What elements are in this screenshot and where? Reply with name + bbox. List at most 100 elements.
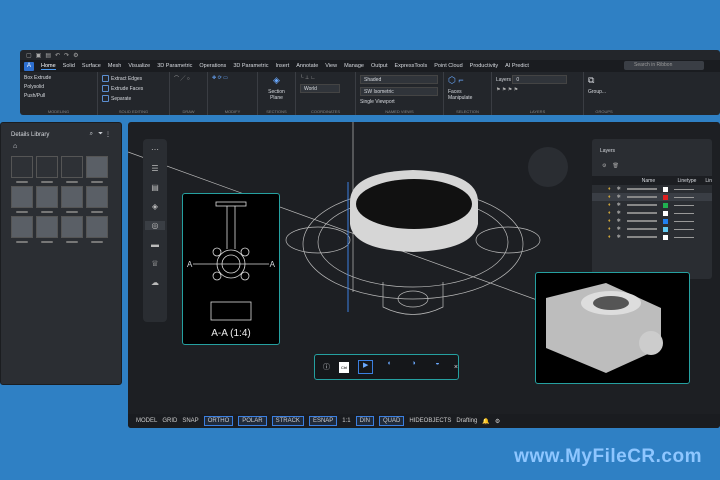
viewport-select[interactable]: Single Viewport <box>360 99 439 105</box>
library-item[interactable] <box>36 216 58 243</box>
tab-home[interactable]: Home <box>41 63 56 70</box>
paint-icon[interactable]: ▬ <box>151 240 159 249</box>
tab-surface[interactable]: Surface <box>82 63 101 69</box>
layer-color-swatch[interactable] <box>662 218 668 224</box>
extract-edges-button[interactable]: Extract Edges <box>111 76 142 82</box>
layers-button[interactable]: Layers <box>496 77 511 83</box>
tab-3d-parametric[interactable]: 3D Parametric <box>157 63 192 69</box>
tree-icon[interactable]: ▤ <box>151 183 159 192</box>
info-icon[interactable]: ⓘ <box>323 362 330 372</box>
grid-toggle[interactable]: GRID <box>162 418 177 424</box>
quad-toggle[interactable]: QUAD <box>378 416 405 426</box>
layer-row[interactable]: ♦ ✱ <box>592 225 712 233</box>
pushpull-button[interactable]: Push/Pull <box>24 93 93 99</box>
library-item[interactable] <box>61 186 83 213</box>
strack-toggle[interactable]: STRACK <box>271 416 304 426</box>
visual-style-select[interactable]: Shaded <box>360 75 438 84</box>
section-plane-button[interactable]: Section Plane <box>262 89 291 101</box>
trophy-icon[interactable]: ♕ <box>151 259 158 268</box>
manipulate-button[interactable]: Manipulate <box>448 95 472 101</box>
box-button[interactable]: Box <box>24 75 33 81</box>
close-button[interactable]: × <box>454 364 458 371</box>
library-item[interactable] <box>11 186 33 213</box>
extrude-faces-button[interactable]: Extrude Faces <box>111 86 143 92</box>
polysolid-button[interactable]: Polysolid <box>24 84 93 90</box>
library-folder[interactable] <box>61 156 83 183</box>
tab-insert[interactable]: Insert <box>275 63 289 69</box>
notification-icon[interactable]: 🔔 <box>482 418 489 425</box>
tab-operations[interactable]: Operations <box>199 63 226 69</box>
view-select[interactable]: SW Isometric <box>360 87 438 96</box>
library-item-grid[interactable] <box>11 156 33 183</box>
open-icon[interactable]: ▣ <box>36 52 42 59</box>
layer-color-swatch[interactable] <box>662 194 668 200</box>
rotate-mode-button[interactable]: ◐ <box>382 360 397 374</box>
library-item[interactable] <box>86 156 108 183</box>
workspace-select[interactable]: Drafting <box>456 418 477 424</box>
hideobjects-toggle[interactable]: HIDEOBJECTS <box>409 418 451 424</box>
tab-expresstools[interactable]: ExpressTools <box>395 63 428 69</box>
library-item[interactable] <box>86 216 108 243</box>
layers-icon[interactable]: ◈ <box>152 202 158 211</box>
tab-visualize[interactable]: Visualize <box>128 63 150 69</box>
scale-mode-button[interactable]: ◑ <box>406 360 421 374</box>
column-lineweight[interactable]: Lin <box>705 178 712 184</box>
customize-icon[interactable]: ⚙ <box>495 418 500 425</box>
cloud-icon[interactable]: ☁ <box>151 278 159 287</box>
layer-row[interactable]: ♦ ✱ <box>592 209 712 217</box>
search-icon[interactable]: ⌕ <box>90 131 93 138</box>
separate-button[interactable]: Separate <box>111 96 131 102</box>
tab-productivity[interactable]: Productivity <box>470 63 498 69</box>
layer-select[interactable]: 0 <box>512 75 568 84</box>
mirror-mode-button[interactable]: ◒ <box>430 360 445 374</box>
settings-icon[interactable]: ⚙ <box>602 163 606 169</box>
layer-color-swatch[interactable] <box>662 234 668 240</box>
home-icon[interactable]: ⌂ <box>13 143 17 150</box>
esnap-toggle[interactable]: ESNAP <box>308 416 338 426</box>
drawing-viewport[interactable]: ⋯ ☰ ▤ ◈ ◎ ▬ ♕ ☁ A A A-A (1:4) Layers ⚙ 🗑 Name Lin… <box>128 122 720 428</box>
settings-icon[interactable]: ⚙ <box>73 52 78 59</box>
undo-icon[interactable]: ↶ <box>55 52 60 59</box>
layer-row[interactable]: ♦ ✱ <box>592 193 712 201</box>
tab-annotate[interactable]: Annotate <box>296 63 318 69</box>
layer-color-swatch[interactable] <box>662 202 668 208</box>
tab-mesh[interactable]: Mesh <box>108 63 121 69</box>
properties-icon[interactable]: ☰ <box>151 164 158 173</box>
column-name[interactable]: Name <box>642 178 672 184</box>
section-view-preview[interactable]: A A A-A (1:4) <box>182 193 280 345</box>
tab-3d-parametric-2[interactable]: 3D Parametric <box>233 63 268 69</box>
din-toggle[interactable]: DIN <box>355 416 374 426</box>
tab-solid[interactable]: Solid <box>63 63 75 69</box>
tab-manage[interactable]: Manage <box>344 63 364 69</box>
layer-color-swatch[interactable] <box>662 226 668 232</box>
layer-row[interactable]: ♦ ✱ <box>592 217 712 225</box>
save-icon[interactable]: ▤ <box>45 52 51 59</box>
tab-view[interactable]: View <box>325 63 337 69</box>
column-linetype[interactable]: Linetype <box>678 178 700 184</box>
layer-row[interactable]: ♦ ✱ <box>592 201 712 209</box>
app-logo[interactable]: A <box>24 61 34 71</box>
delete-icon[interactable]: 🗑 <box>612 163 618 169</box>
library-item[interactable] <box>11 216 33 243</box>
model-toggle[interactable]: MODEL <box>136 418 157 424</box>
ucs-select[interactable]: World <box>300 84 340 93</box>
library-item[interactable] <box>36 186 58 213</box>
tab-output[interactable]: Output <box>371 63 388 69</box>
polar-toggle[interactable]: POLAR <box>238 416 267 426</box>
group-button[interactable]: Group... <box>588 89 620 95</box>
snap-toggle[interactable]: SNAP <box>182 418 198 424</box>
layer-color-swatch[interactable] <box>662 210 668 216</box>
layer-color-swatch[interactable] <box>662 186 668 192</box>
filter-icon[interactable]: ⏷ <box>98 131 103 138</box>
layer-row[interactable]: ♦ ✱ <box>592 185 712 193</box>
isometric-preview[interactable] <box>535 272 690 384</box>
library-folder[interactable] <box>36 156 58 183</box>
annotation-scale[interactable]: 1:1 <box>342 418 350 424</box>
library-item[interactable] <box>86 186 108 213</box>
tab-point-cloud[interactable]: Point Cloud <box>434 63 462 69</box>
ctrl-key-button[interactable]: Ctrl <box>339 361 350 373</box>
layer-row[interactable]: ♦ ✱ <box>592 233 712 241</box>
new-icon[interactable]: ▢ <box>26 52 32 59</box>
move-mode-button[interactable]: ▶ <box>358 360 374 374</box>
redo-icon[interactable]: ↷ <box>64 52 69 59</box>
